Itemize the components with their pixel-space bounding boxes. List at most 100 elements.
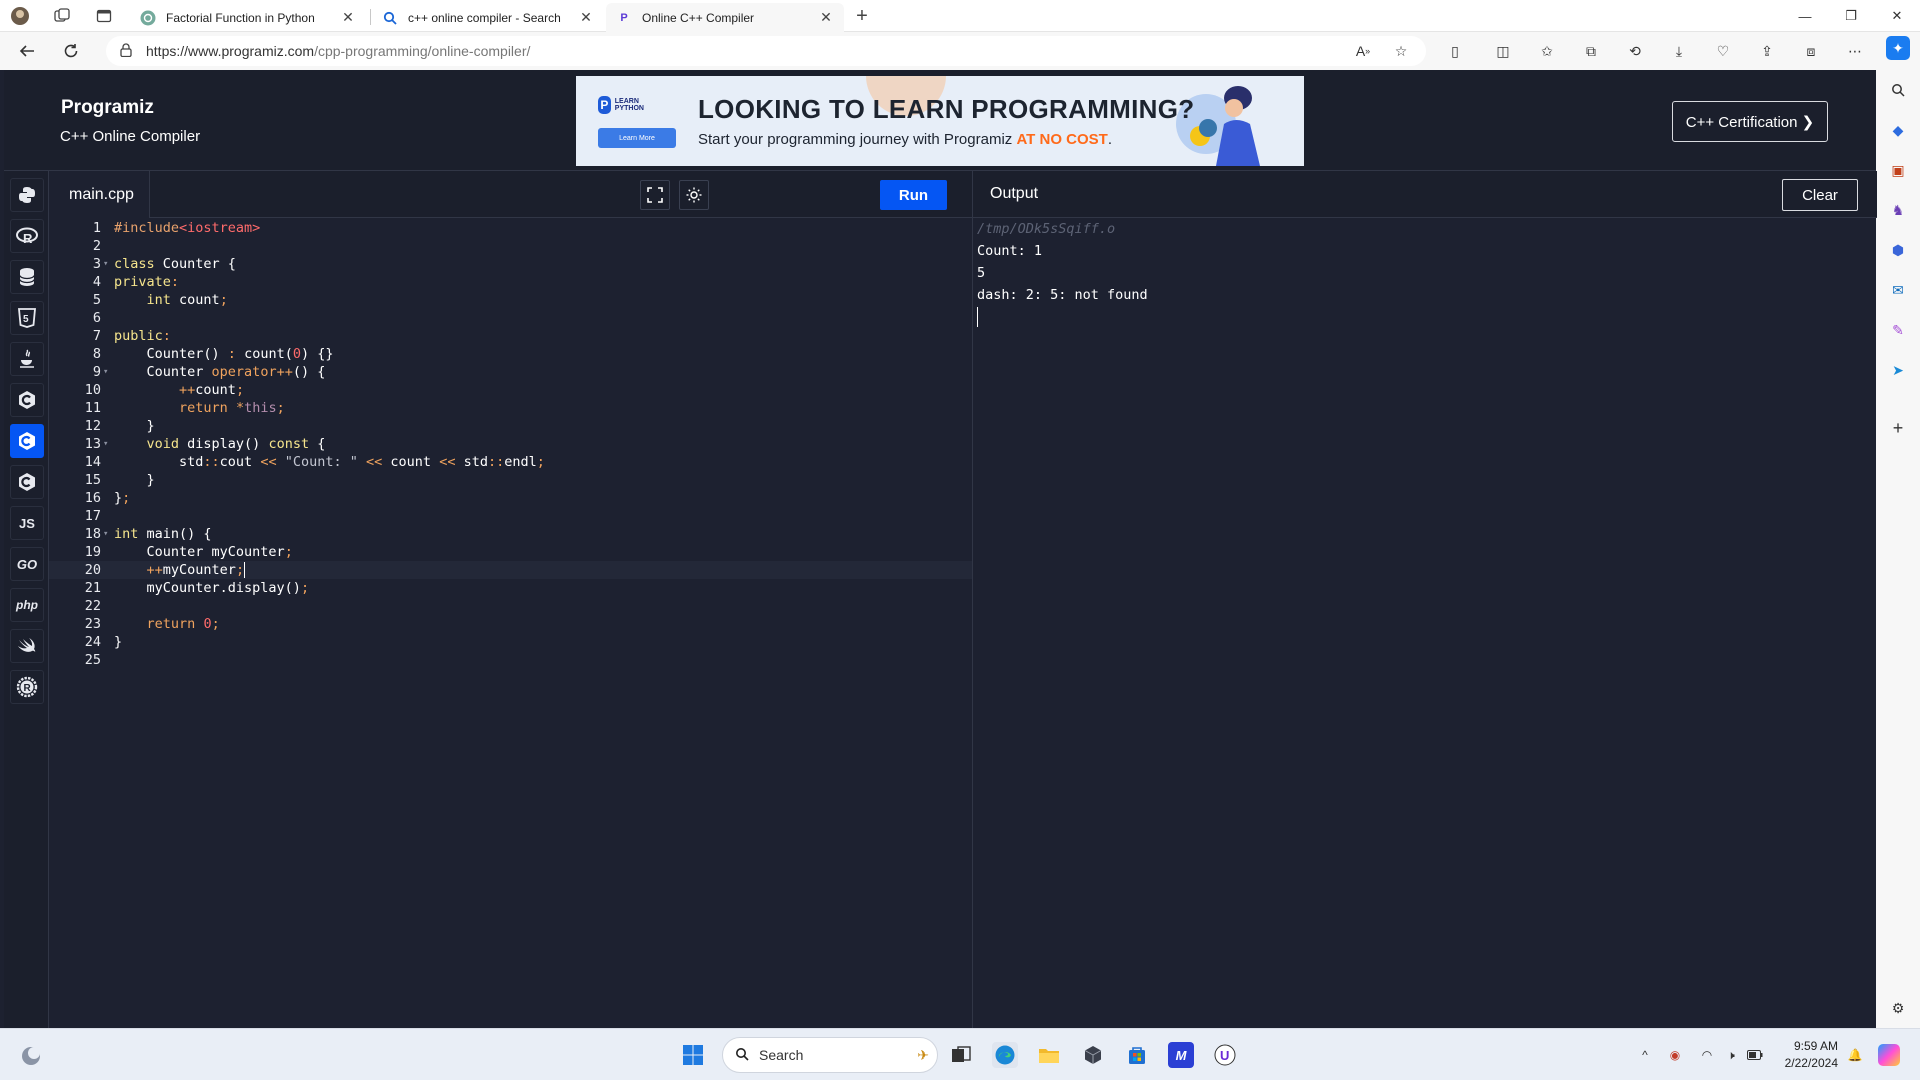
code-line[interactable]: 8 Counter() : count(0) {} xyxy=(49,345,972,363)
code-line[interactable]: 12 } xyxy=(49,417,972,435)
close-icon[interactable]: ✕ xyxy=(818,9,834,26)
code-line[interactable]: 21 myCounter.display(); xyxy=(49,579,972,597)
code-line[interactable]: 14 std::cout << "Count: " << count << st… xyxy=(49,453,972,471)
code-line[interactable]: 2 xyxy=(49,237,972,255)
volume-muted-icon[interactable]: 🕨 xyxy=(1722,1046,1740,1064)
clock[interactable]: 9:59 AM 2/22/2024 xyxy=(1776,1038,1838,1072)
code-line[interactable]: 7 public: xyxy=(49,327,972,345)
close-icon[interactable]: ✕ xyxy=(578,9,594,26)
history-icon[interactable]: ⟲ xyxy=(1624,41,1646,61)
share-icon[interactable]: ⇪ xyxy=(1756,41,1778,61)
performance-icon[interactable]: ♡ xyxy=(1712,41,1734,61)
restore-icon[interactable]: ❐ xyxy=(1828,0,1874,32)
close-icon[interactable]: ✕ xyxy=(340,9,356,26)
html-icon[interactable]: 5 xyxy=(10,301,44,335)
code-line[interactable]: 1 #include<iostream> xyxy=(49,219,972,237)
code-line[interactable]: 16}; xyxy=(49,489,972,507)
favorites-icon[interactable]: ✩ xyxy=(1536,41,1558,61)
browser-tab-search[interactable]: c++ online compiler - Search ✕ xyxy=(372,3,604,32)
copilot-icon[interactable]: ✦ xyxy=(1886,36,1910,60)
microsoft-365-icon[interactable]: ⬢ xyxy=(1886,238,1910,262)
edge-taskbar-icon[interactable] xyxy=(992,1042,1018,1068)
code-line[interactable]: 3 ▾ class Counter { xyxy=(49,255,972,273)
php-icon[interactable]: php xyxy=(10,588,44,622)
fullscreen-icon[interactable] xyxy=(640,180,670,210)
workspaces-icon[interactable] xyxy=(52,6,72,26)
code-line[interactable]: 22 xyxy=(49,597,972,615)
ad-learn-more-button[interactable]: Learn More xyxy=(598,128,676,148)
battery-icon[interactable] xyxy=(1746,1046,1764,1064)
task-view-icon[interactable] xyxy=(948,1042,974,1068)
run-button[interactable]: Run xyxy=(880,180,947,210)
code-line[interactable]: 19 Counter myCounter; xyxy=(49,543,972,561)
code-line[interactable]: 25 xyxy=(49,651,972,669)
code-line[interactable]: 15 } xyxy=(49,471,972,489)
app-u-icon[interactable]: U xyxy=(1212,1042,1238,1068)
fold-arrow-icon[interactable]: ▾ xyxy=(103,435,108,453)
go-icon[interactable]: GO xyxy=(10,547,44,581)
programiz-logo[interactable]: Programiz xyxy=(61,97,154,119)
sidebar-search-icon[interactable] xyxy=(1886,78,1910,102)
new-tab-icon[interactable]: + xyxy=(852,5,872,27)
cpp-icon[interactable] xyxy=(10,424,44,458)
browser-tab-factorial[interactable]: Factorial Function in Python ✕ xyxy=(130,3,366,32)
theme-toggle-sun-icon[interactable] xyxy=(679,180,709,210)
minimize-icon[interactable]: — xyxy=(1782,0,1828,32)
lock-icon[interactable] xyxy=(118,42,134,60)
shopping-tag-icon[interactable]: ◆ xyxy=(1886,118,1910,142)
app-cube-icon[interactable] xyxy=(1080,1042,1106,1068)
code-line[interactable]: 11 return *this; xyxy=(49,399,972,417)
fold-arrow-icon[interactable]: ▾ xyxy=(103,255,108,273)
code-line[interactable]: 23 return 0; xyxy=(49,615,972,633)
profile-avatar-icon[interactable] xyxy=(10,6,30,26)
r-icon[interactable]: R xyxy=(10,219,44,253)
copilot-taskbar-icon[interactable] xyxy=(1878,1044,1900,1066)
extension-icon[interactable]: ▯ xyxy=(1444,41,1466,61)
games-icon[interactable]: ♞ xyxy=(1886,198,1910,222)
file-tab-main-cpp[interactable]: main.cpp xyxy=(49,171,150,218)
code-line[interactable]: 24} xyxy=(49,633,972,651)
back-icon[interactable] xyxy=(14,39,40,63)
ad-banner[interactable]: P LEARN PYTHON Learn More LOOKING TO LEAR… xyxy=(576,76,1304,166)
refresh-icon[interactable] xyxy=(58,39,84,63)
url-bar[interactable]: https://www.programiz.com/cpp-programmin… xyxy=(106,36,1426,66)
code-line[interactable]: 10 ++count; xyxy=(49,381,972,399)
sql-icon[interactable] xyxy=(10,260,44,294)
add-sidebar-app-icon[interactable]: + xyxy=(1886,416,1910,440)
fold-arrow-icon[interactable]: ▾ xyxy=(103,525,108,543)
app-m-icon[interactable]: M xyxy=(1168,1042,1194,1068)
designer-icon[interactable]: ✎ xyxy=(1886,318,1910,342)
javascript-icon[interactable]: JS xyxy=(10,506,44,540)
code-line[interactable]: 4 private: xyxy=(49,273,972,291)
code-line[interactable]: 13 ▾ void display() const { xyxy=(49,435,972,453)
code-line[interactable]: 17 xyxy=(49,507,972,525)
code-line[interactable]: 20 ++myCounter; xyxy=(49,561,972,579)
code-line[interactable]: 9 ▾ Counter operator++() { xyxy=(49,363,972,381)
notifications-icon[interactable]: 🔔 xyxy=(1846,1046,1864,1064)
file-explorer-icon[interactable] xyxy=(1036,1042,1062,1068)
code-line[interactable]: 6 xyxy=(49,309,972,327)
widgets-icon[interactable] xyxy=(18,1043,44,1069)
java-icon[interactable] xyxy=(10,342,44,376)
microsoft-store-icon[interactable] xyxy=(1124,1042,1150,1068)
outlook-icon[interactable]: ✉ xyxy=(1886,278,1910,302)
taskbar-search-box[interactable]: Search ✈ xyxy=(722,1037,938,1073)
c-icon[interactable] xyxy=(10,383,44,417)
window-close-icon[interactable]: ✕ xyxy=(1874,0,1920,32)
more-options-icon[interactable]: ⋯ xyxy=(1844,41,1866,61)
csharp-icon[interactable] xyxy=(10,465,44,499)
send-icon[interactable]: ➤ xyxy=(1886,358,1910,382)
extensions-puzzle-icon[interactable]: ⧈ xyxy=(1800,41,1822,61)
swift-icon[interactable] xyxy=(10,629,44,663)
browser-tab-online-compiler[interactable]: P Online C++ Compiler ✕ xyxy=(606,3,844,32)
python-icon[interactable] xyxy=(10,178,44,212)
collections-icon[interactable]: ⧉ xyxy=(1580,41,1602,61)
split-screen-icon[interactable]: ◫ xyxy=(1492,41,1514,61)
sidebar-settings-icon[interactable]: ⚙ xyxy=(1886,996,1910,1020)
fold-arrow-icon[interactable]: ▾ xyxy=(103,363,108,381)
output-console[interactable]: /tmp/ODk5sSqiff.o Count: 1 5 dash: 2: 5:… xyxy=(977,218,1148,327)
tab-actions-icon[interactable] xyxy=(94,6,114,26)
rust-icon[interactable]: R xyxy=(10,670,44,704)
code-line[interactable]: 5 int count; xyxy=(49,291,972,309)
code-line[interactable]: 18 ▾ int main() { xyxy=(49,525,972,543)
